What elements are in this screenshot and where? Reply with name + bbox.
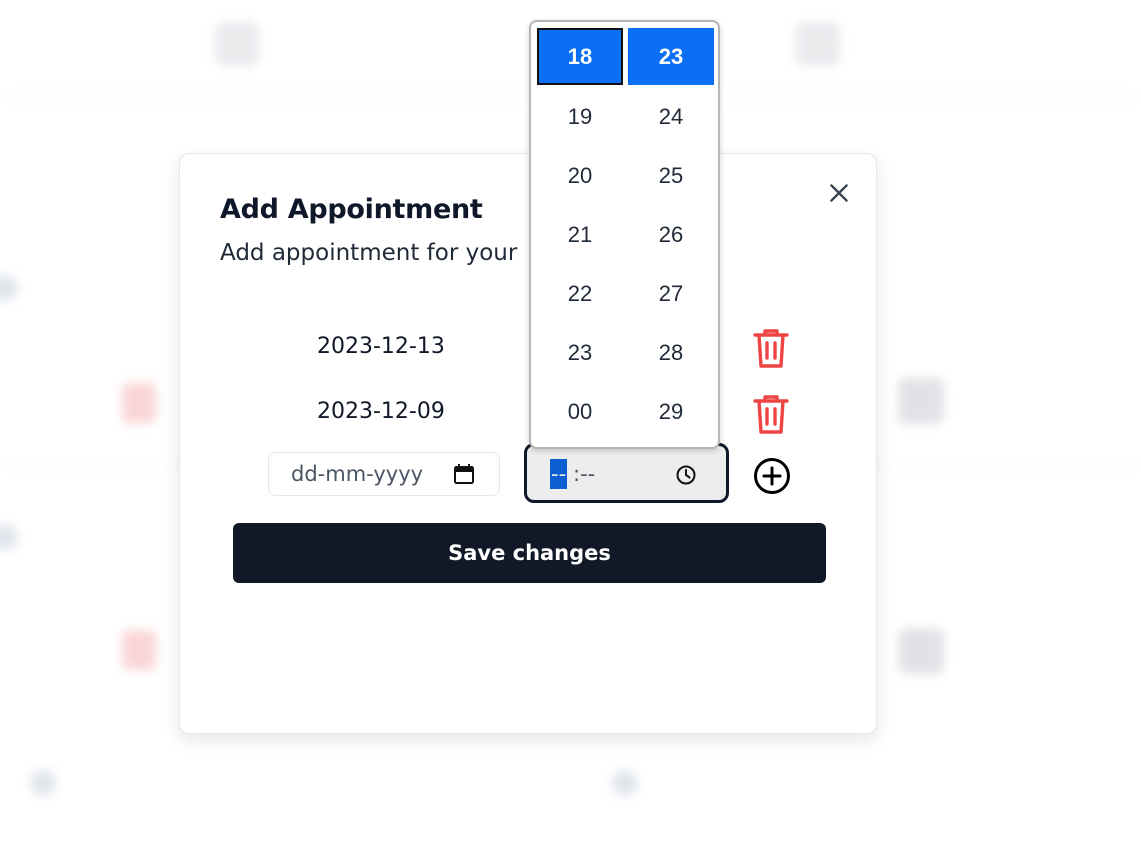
- calendar-icon[interactable]: [453, 463, 475, 485]
- hour-option[interactable]: 21: [537, 205, 623, 264]
- background-avatar: [612, 770, 638, 796]
- hour-option[interactable]: 20: [537, 146, 623, 205]
- background-avatar: [0, 524, 18, 550]
- hour-column: 18 19 20 21 22 23 00: [537, 28, 623, 441]
- background-avatar: [0, 275, 18, 301]
- clock-icon[interactable]: [675, 464, 697, 486]
- hour-option[interactable]: 22: [537, 264, 623, 323]
- background-avatar: [30, 770, 56, 796]
- close-icon[interactable]: [826, 180, 852, 206]
- minute-option[interactable]: 23: [628, 28, 714, 85]
- minute-column: 23 24 25 26 27 28 29: [628, 28, 714, 441]
- appointment-date: 2023-12-13: [317, 334, 445, 359]
- minute-option[interactable]: 29: [628, 382, 714, 441]
- background-trash-icon: [122, 383, 156, 423]
- minute-option[interactable]: 25: [628, 146, 714, 205]
- time-picker-dropdown: 18 19 20 21 22 23 00 23 24 25 26 27 28 2…: [529, 20, 720, 449]
- minute-option[interactable]: 24: [628, 87, 714, 146]
- background-user-icon: [215, 22, 259, 66]
- background-doc-icon: [796, 22, 840, 66]
- time-hour-segment[interactable]: --: [550, 459, 568, 489]
- save-changes-button[interactable]: Save changes: [233, 523, 826, 583]
- hour-option[interactable]: 18: [537, 28, 623, 85]
- minute-option[interactable]: 26: [628, 205, 714, 264]
- trash-icon[interactable]: [751, 392, 791, 436]
- date-placeholder: dd-mm-yyyy: [291, 462, 424, 486]
- background-calendar-icon: [898, 378, 944, 424]
- background-trash-icon: [122, 630, 156, 670]
- add-appointment-dialog: Add Appointment Add appointment for your…: [179, 153, 877, 734]
- hour-option[interactable]: 23: [537, 323, 623, 382]
- trash-icon[interactable]: [751, 326, 791, 370]
- dialog-subtitle: Add appointment for your: [220, 240, 518, 266]
- minute-option[interactable]: 27: [628, 264, 714, 323]
- time-input[interactable]: -- :--: [524, 443, 729, 503]
- add-circle-icon[interactable]: [752, 456, 792, 496]
- date-input[interactable]: dd-mm-yyyy: [268, 452, 500, 496]
- hour-option[interactable]: 19: [537, 87, 623, 146]
- time-minute-segment[interactable]: :--: [573, 459, 595, 489]
- hour-option[interactable]: 00: [537, 382, 623, 441]
- minute-option[interactable]: 28: [628, 323, 714, 382]
- dialog-title: Add Appointment: [220, 194, 483, 225]
- appointment-date: 2023-12-09: [317, 399, 445, 424]
- background-calendar-icon: [898, 628, 944, 674]
